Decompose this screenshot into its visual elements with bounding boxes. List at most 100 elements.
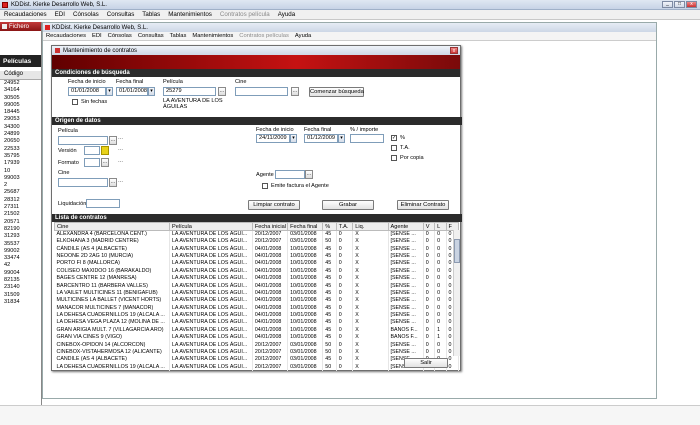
film-code-item[interactable]: 21502 [0,211,41,218]
table-row[interactable]: LA DEHESA CUADERNILLOS 19 (ALCALA ... LA … [54,311,460,320]
column-header-pelicula[interactable]: Película [168,222,253,231]
table-row[interactable]: CÁNDILE (AS 4 (ALBACETE) LA AVENTURA DE L… [54,245,460,253]
table-row[interactable]: MULTICINES LA BALLET (VICENT HORTS) LA AV… [54,297,460,305]
film-code-item[interactable]: 23140 [0,284,41,291]
column-header-cine[interactable]: Cine [54,222,170,231]
film-code-item[interactable]: 31509 [0,292,41,299]
version-extra-dots[interactable]: ... [118,146,123,152]
menu-mantenimientos[interactable]: Mantenimientos [164,11,216,18]
data-start-date-dropdown[interactable]: ▾ [290,134,297,143]
table-row[interactable]: NEOONE 2D 2AG 10 (MURCIA) LA AVENTURA DE … [54,252,460,261]
data-start-date-input[interactable]: 24/11/2009 [256,134,290,143]
film-code-item[interactable]: 99002 [0,248,41,255]
minimize-button[interactable]: _ [662,1,673,8]
search-start-date-dropdown[interactable]: ▾ [106,87,113,96]
save-button[interactable]: Grabar [322,200,374,210]
data-cinema-ellipsis-button[interactable]: ... [109,178,117,187]
film-code-item[interactable]: 22533 [0,146,41,153]
film-code-item[interactable]: 31834 [0,299,41,306]
inner-menu-mantenimientos[interactable]: Mantenimientos [189,33,236,39]
format-ellipsis-button[interactable]: ... [101,158,109,167]
film-code-item[interactable]: 99003 [0,175,41,182]
per-copy-checkbox[interactable] [391,155,397,161]
column-header-v[interactable]: V [422,222,436,231]
ta-checkbox[interactable] [391,145,397,151]
search-start-date-input[interactable]: 01/01/2008 [68,87,106,96]
menu-tablas[interactable]: Tablas [138,11,164,18]
percent-checkbox[interactable]: ✓ [391,135,397,141]
table-row[interactable]: CINEBOX-VISTAHERMOSA 12 (ALICANTE) LA AVE… [54,348,460,357]
menu-consultas[interactable]: Consultas [103,11,139,18]
film-code-item[interactable]: 34164 [0,87,41,94]
table-row[interactable]: ALEXANDRA 4 (BARCELONA CENT.) LA AVENTURA… [54,230,460,238]
inner-menu-edi[interactable]: EDI [89,33,105,39]
table-row[interactable]: GRAN ARIGIA MULT. 7 (VILLAGARCIA ARO) LA … [54,326,460,335]
film-code-item[interactable]: 82135 [0,277,41,284]
search-film-input[interactable]: 25279 [163,87,216,96]
menu-recaudaciones[interactable]: Recaudaciones [0,11,51,18]
search-end-date-dropdown[interactable]: ▾ [148,87,155,96]
inner-menu-ayuda[interactable]: Ayuda [292,33,314,39]
table-row[interactable]: BAGES CENTRE 12 (MANRESA) LA AVENTURA DE … [54,274,460,283]
amount-input[interactable] [350,134,384,143]
inner-menu-tablas[interactable]: Tablas [167,33,190,39]
table-row[interactable]: CINEBOX-OPIDON 14 (ALCORCON) LA AVENTURA … [54,341,460,349]
no-dates-checkbox[interactable] [72,99,78,105]
liquidation-input[interactable] [86,199,120,208]
agent-input[interactable] [275,170,305,179]
inner-menu-consultas[interactable]: Consultas [135,33,167,39]
inner-menu-consolas[interactable]: Cónsolas [105,33,135,39]
search-cinema-ellipsis-button[interactable]: ... [291,87,299,96]
film-code-item[interactable]: 20650 [0,138,41,145]
film-code-item[interactable]: 2 [0,182,41,189]
format-input[interactable] [84,158,100,167]
table-row[interactable]: COLISEO MAXIDOO 16 (BARAKALDO) LA AVENTUR… [54,267,460,275]
table-row[interactable]: BARCENTRO 11 (BARBERA VALLES) LA AVENTURA… [54,282,460,290]
column-header-liq[interactable]: Liq. [352,222,389,231]
menu-consolas[interactable]: Cónsolas [69,11,103,18]
column-header-l[interactable]: L [434,222,447,231]
table-row[interactable]: MANACOR MULTICINES 7 (MANACOR) LA AVENTUR… [54,304,460,312]
search-end-date-input[interactable]: 01/01/2008 [116,87,148,96]
film-code-item[interactable]: 10 [0,168,41,175]
film-code-item[interactable]: 82190 [0,226,41,233]
film-code-item[interactable]: 18445 [0,109,41,116]
clear-contract-button[interactable]: Limpiar contrato [248,200,300,210]
start-search-button[interactable]: Comenzar búsqueda [309,87,364,97]
film-code-item[interactable]: 28312 [0,197,41,204]
table-row[interactable]: GRAN VIA CINES 9 (VIGO) LA AVENTURA DE LO… [54,334,460,342]
table-row[interactable]: LA VAILET MULTICINES 11 (BENIGÁFUB) LA AV… [54,289,460,298]
film-code-item[interactable]: 20571 [0,219,41,226]
film-code-item[interactable]: 27311 [0,204,41,211]
film-code-item[interactable]: 24899 [0,131,41,138]
table-row[interactable]: LA DEHESA VEGA PLAZA 12 (MOLINA DE ... LA… [54,319,460,327]
film-code-item[interactable]: 30505 [0,95,41,102]
search-film-ellipsis-button[interactable]: ... [218,87,226,96]
film-code-item[interactable]: 99004 [0,270,41,277]
column-header-ta[interactable]: T.A. [335,222,354,231]
film-code-item[interactable]: 31293 [0,233,41,240]
column-header-agente[interactable]: Agente [387,222,424,231]
film-code-item[interactable]: 29053 [0,116,41,123]
dialog-close-button[interactable]: x [450,47,458,54]
table-scrollbar[interactable] [453,230,460,356]
menu-edi[interactable]: EDI [51,11,69,18]
search-cinema-input[interactable] [235,87,288,96]
film-code-item[interactable]: 35537 [0,241,41,248]
table-row[interactable]: LA DEHESA CUADERNILLOS 19 (ALCALA ... LA … [54,363,460,372]
inner-menu-recaudaciones[interactable]: Recaudaciones [43,33,89,39]
film-code-item[interactable]: 34300 [0,124,41,131]
agent-invoice-checkbox[interactable] [262,183,268,189]
data-film-extra-dots[interactable]: ... [118,135,123,141]
version-color-swatch[interactable] [101,146,109,155]
film-code-item[interactable]: 24952 [0,80,41,87]
table-row[interactable]: ELKOHANA 3 (MADRID CENTRE) LA AVENTURA DE… [54,238,460,246]
data-film-input[interactable] [58,136,108,145]
menu-ayuda[interactable]: Ayuda [274,11,299,18]
exit-button[interactable]: Salir [404,358,448,368]
column-header-fecha-inicial[interactable]: Fecha inicial [251,222,289,231]
column-header-fecha-final[interactable]: Fecha final [287,222,324,231]
left-panel-header-label[interactable]: Fichero [9,24,29,30]
film-code-item[interactable]: 42 [0,262,41,269]
close-button[interactable]: x [686,1,697,8]
